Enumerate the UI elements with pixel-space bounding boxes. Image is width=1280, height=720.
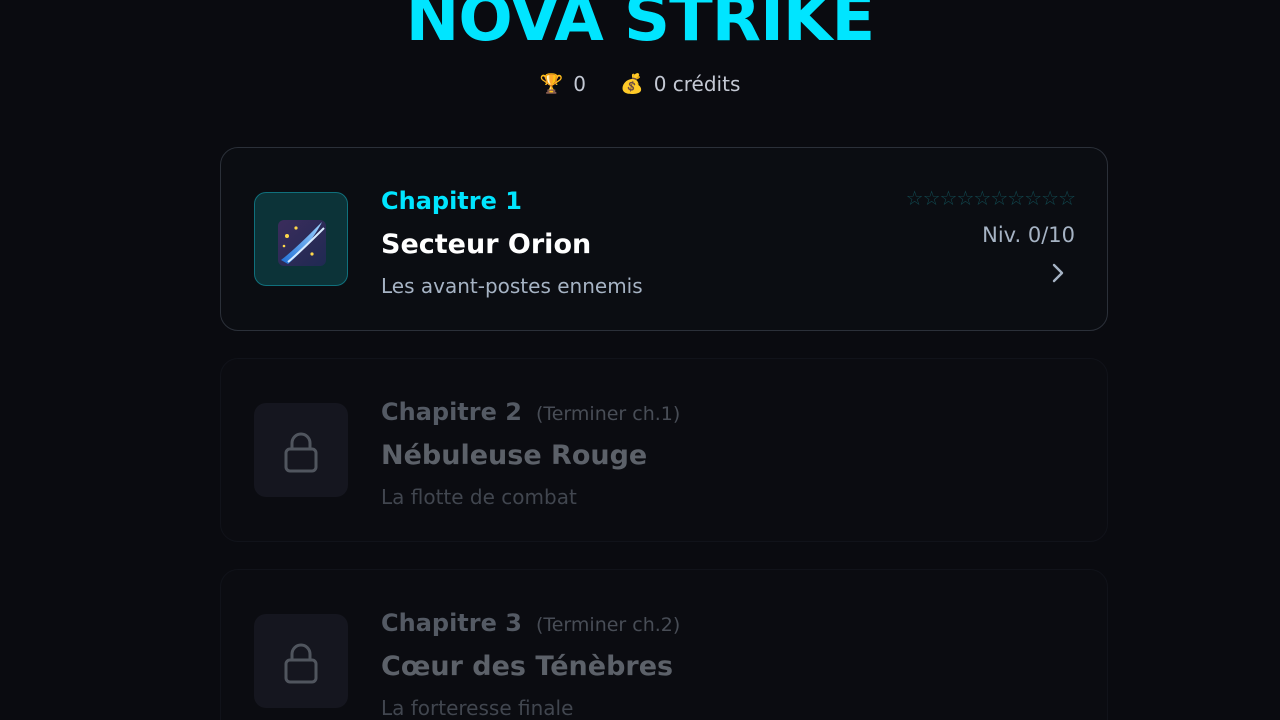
chapter-name: Nébuleuse Rouge xyxy=(381,440,648,471)
trophy-icon: 🏆 xyxy=(539,73,564,95)
unlock-requirement: (Terminer ch.1) xyxy=(535,403,681,425)
chapter-card-1[interactable]: Chapitre 1 Secteur Orion Les avant-poste… xyxy=(220,147,1108,331)
star-icon: ☆ xyxy=(1058,186,1076,210)
stats-bar: 🏆 0 💰 0 crédits xyxy=(0,70,1280,98)
star-icon: ☆ xyxy=(973,186,991,210)
chapter-icon-frame xyxy=(254,192,348,286)
lock-icon xyxy=(284,643,318,684)
chapter-card-2: Chapitre 2 (Terminer ch.1) Nébuleuse Roug… xyxy=(220,358,1108,542)
unlock-requirement: (Terminer ch.2) xyxy=(535,614,681,636)
game-title: NOVA STRIKE xyxy=(405,0,875,56)
star-icon: ☆ xyxy=(1024,186,1042,210)
chapter-icon-frame xyxy=(254,403,348,497)
chapter-icon-frame xyxy=(254,614,348,708)
star-icon: ☆ xyxy=(990,186,1008,210)
money-bag-icon: 💰 xyxy=(620,73,644,95)
chapter-name: Secteur Orion xyxy=(381,229,592,260)
chapter-label: Chapitre 2 (Terminer ch.1) xyxy=(381,398,681,426)
chapter-select-screen: NOVA STRIKE 🏆 0 💰 0 crédits Chapitre 1 S… xyxy=(0,0,1280,720)
level-progress: Niv. 0/10 xyxy=(982,223,1075,247)
chapter-label: Chapitre 1 xyxy=(381,187,522,215)
chapter-description: La flotte de combat xyxy=(381,485,577,509)
chapter-description: Les avant-postes ennemis xyxy=(381,274,643,298)
credits-count: 0 crédits xyxy=(653,72,741,96)
star-icon: ☆ xyxy=(956,186,974,210)
lock-icon xyxy=(284,432,318,473)
star-icon: ☆ xyxy=(922,186,941,210)
chapter-card-3: Chapitre 3 (Terminer ch.2) Cœur des Ténèb… xyxy=(220,569,1108,720)
trophy-count: 0 xyxy=(573,72,587,96)
star-icon: ☆ xyxy=(905,186,924,210)
chevron-right-icon xyxy=(1052,263,1064,283)
chapter-label: Chapitre 3 (Terminer ch.2) xyxy=(381,609,681,637)
comet-icon xyxy=(277,219,326,266)
chapter-name: Cœur des Ténèbres xyxy=(381,651,674,682)
trophy-stat: 🏆 0 xyxy=(540,70,586,98)
star-icon: ☆ xyxy=(939,186,958,210)
star-icon: ☆ xyxy=(1041,186,1059,210)
star-icon: ☆ xyxy=(1007,186,1025,210)
star-rating: ☆ ☆ ☆ ☆ ☆ ☆ ☆ ☆ ☆ ☆ xyxy=(905,186,1076,210)
credits-stat: 💰 0 crédits xyxy=(620,70,740,98)
chapter-description: La forteresse finale xyxy=(381,696,574,720)
